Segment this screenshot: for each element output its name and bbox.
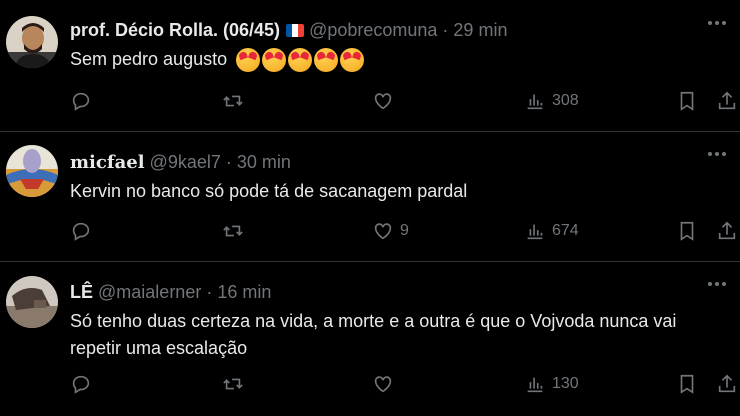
separator-dot: · [442,19,449,40]
display-name[interactable]: LÊ [70,282,93,303]
more-icon[interactable] [708,152,726,156]
like-icon [374,93,392,110]
view-count: 130 [552,375,579,392]
smiling-face-with-hearts-icon [236,48,261,73]
tweet-header: LÊ @maialerner · 16 min [70,276,724,308]
bookmark-button[interactable] [676,373,698,395]
retweet-icon [223,378,243,390]
avatar[interactable] [6,145,58,197]
share-icon [718,221,736,240]
tweet-actions: 9 674 [70,219,736,243]
share-icon [718,91,736,110]
smiling-face-with-hearts-icon [314,48,339,73]
separator-dot: · [225,151,232,172]
tweet-header: micfael @9kael7 · 30 min [70,146,724,178]
views-icon [527,224,543,240]
reply-icon [72,375,90,394]
retweet-icon [223,95,243,107]
like-icon [374,223,392,240]
more-icon[interactable] [708,282,726,286]
user-handle[interactable]: @9kael7 [150,152,221,173]
tweet[interactable]: micfael @9kael7 · 30 min Kervin no banco… [0,132,740,262]
tweet-text-content: Sem pedro augusto [70,49,228,69]
like-button[interactable] [372,90,400,112]
share-button[interactable] [716,220,738,242]
more-icon[interactable] [708,21,726,25]
smiling-face-with-hearts-icon [340,48,365,73]
timestamp[interactable]: 16 min [217,282,271,303]
bookmark-icon [680,91,694,111]
retweet-icon [223,225,243,237]
retweet-button[interactable] [222,373,244,395]
tweet-text: Só tenho duas certeza na vida, a morte e… [70,311,677,358]
views-button[interactable]: 308 [524,90,579,112]
bookmark-icon [680,374,694,394]
reply-icon [72,222,90,241]
like-button[interactable]: 9 [372,220,409,242]
tweet[interactable]: LÊ @maialerner · 16 min Só tenho duas ce… [0,262,740,416]
tweet-text: Kervin no banco só pode tá de sacanagem … [70,181,468,201]
france-flag-icon [286,23,305,37]
views-button[interactable]: 130 [524,373,579,395]
timestamp[interactable]: 30 min [237,152,291,173]
view-count: 308 [552,92,579,109]
share-button[interactable] [716,373,738,395]
share-icon [718,374,736,393]
views-icon [527,377,543,393]
reply-button[interactable] [70,373,92,395]
smiling-face-with-hearts-emojis [236,48,365,73]
reply-button[interactable] [70,220,92,242]
retweet-button[interactable] [222,90,244,112]
like-button[interactable] [372,373,400,395]
views-icon [527,94,543,110]
view-count: 674 [552,222,579,239]
bookmark-icon [680,221,694,241]
tweet-header: prof. Décio Rolla. (06/45) @pobrecomuna … [70,14,724,46]
separator-dot: · [206,281,213,302]
reply-button[interactable] [70,90,92,112]
avatar[interactable] [6,16,58,68]
avatar[interactable] [6,276,58,328]
tweet-actions: 130 [70,372,736,396]
like-icon [374,376,392,393]
smiling-face-with-hearts-icon [288,48,313,73]
bookmark-button[interactable] [676,90,698,112]
reply-icon [72,92,90,111]
user-handle[interactable]: @pobrecomuna [309,20,437,41]
bookmark-button[interactable] [676,220,698,242]
like-count: 9 [400,222,409,239]
tweet[interactable]: prof. Décio Rolla. (06/45) @pobrecomuna … [0,0,740,132]
share-button[interactable] [716,90,738,112]
tweet-actions: 308 [70,89,736,113]
timestamp[interactable]: 29 min [453,20,507,41]
tweet-text: Sem pedro augusto [70,46,724,73]
user-handle[interactable]: @maialerner [98,282,201,303]
smiling-face-with-hearts-icon [262,48,287,73]
views-button[interactable]: 674 [524,220,579,242]
display-name[interactable]: micfael [70,152,145,173]
display-name[interactable]: prof. Décio Rolla. (06/45) [70,20,280,41]
retweet-button[interactable] [222,220,244,242]
